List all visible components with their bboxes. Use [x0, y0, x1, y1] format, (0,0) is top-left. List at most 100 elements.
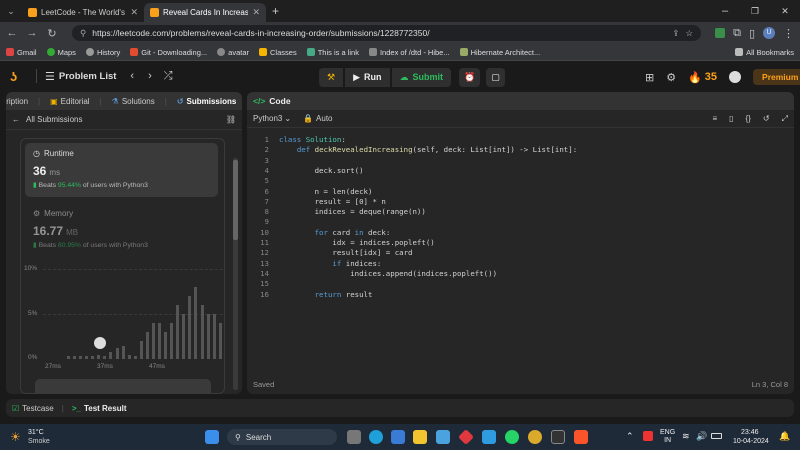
- volume-icon[interactable]: 🔊: [696, 431, 707, 442]
- minimize-icon[interactable]: –: [710, 5, 740, 17]
- memory-box[interactable]: ⚙ Memory 16.77 MB ▮ Beats 80.95% of users…: [25, 203, 218, 257]
- link-icon[interactable]: ⛓: [226, 115, 236, 124]
- distribution-bar[interactable]: [206, 314, 210, 359]
- braces-icon[interactable]: {}: [746, 114, 751, 123]
- app-red-icon[interactable]: [458, 429, 474, 445]
- distribution-bar[interactable]: [194, 287, 198, 359]
- premium-button[interactable]: Premium: [753, 69, 800, 85]
- all-bookmarks[interactable]: All Bookmarks: [735, 48, 794, 57]
- whatsapp-icon[interactable]: [505, 430, 519, 444]
- wifi-icon[interactable]: ≋: [682, 431, 690, 442]
- notification-icon[interactable]: 🔔: [779, 431, 790, 442]
- left-scrollbar[interactable]: [233, 158, 238, 390]
- auto-indicator[interactable]: 🔒 Auto: [303, 114, 332, 123]
- bookmark-classes[interactable]: Classes: [259, 48, 297, 57]
- code-editor[interactable]: 1 class Solution: 2 def deckRevealedIncrea…: [247, 132, 787, 362]
- battery-icon[interactable]: [711, 433, 722, 439]
- distribution-bar[interactable]: [188, 296, 192, 359]
- site-info-icon[interactable]: ⚲: [80, 28, 86, 39]
- reset-icon[interactable]: ↺: [763, 114, 770, 123]
- fullscreen-icon[interactable]: ⤢: [782, 114, 788, 124]
- distribution-bar[interactable]: [67, 356, 70, 359]
- reload-icon[interactable]: ↻: [46, 27, 58, 40]
- back-icon[interactable]: ←: [6, 27, 18, 39]
- distribution-bar[interactable]: [91, 356, 95, 359]
- bookmark-history[interactable]: History: [85, 48, 120, 57]
- task-view-icon[interactable]: [347, 430, 361, 444]
- distribution-bar[interactable]: [121, 345, 125, 359]
- bookmark-dtd[interactable]: Index of /dtd - Hibe...: [368, 48, 450, 57]
- photos-icon[interactable]: [436, 430, 450, 444]
- next-problem-icon[interactable]: ›: [148, 70, 152, 82]
- settings-gear-icon[interactable]: ⚙: [666, 71, 676, 84]
- distribution-bar[interactable]: [200, 305, 204, 359]
- testcase-tab[interactable]: ☑ Testcase: [12, 404, 54, 413]
- store-icon[interactable]: [391, 430, 405, 444]
- extension-icon[interactable]: [715, 28, 726, 38]
- tab-search-icon[interactable]: ⌄: [0, 6, 22, 17]
- distribution-bar[interactable]: [151, 323, 155, 359]
- edge-icon[interactable]: [369, 430, 383, 444]
- distribution-bar[interactable]: [79, 356, 83, 359]
- distribution-bar[interactable]: [73, 356, 77, 359]
- notes-button[interactable]: ▢: [486, 67, 505, 87]
- back-arrow-icon[interactable]: ←: [12, 115, 20, 124]
- distribution-bar[interactable]: [158, 323, 162, 359]
- browser-tab-reveal-cards[interactable]: Reveal Cards In Increasing Orde ✕: [144, 3, 266, 22]
- user-avatar[interactable]: [729, 71, 742, 83]
- bookmark-gmail[interactable]: Gmail: [6, 48, 37, 57]
- bookmark-avatar[interactable]: avatar: [217, 48, 249, 57]
- close-tab-icon[interactable]: ✕: [252, 7, 260, 18]
- tab-submissions[interactable]: ↺ Submissions: [177, 97, 237, 106]
- clock-time[interactable]: 23:46: [741, 429, 759, 436]
- bookmark-hibernate[interactable]: Hibernate Architect...: [459, 48, 540, 57]
- distribution-bar[interactable]: [164, 332, 168, 359]
- distribution-bar[interactable]: [133, 356, 137, 359]
- debug-button[interactable]: ⚒: [319, 67, 344, 87]
- distribution-bar[interactable]: [182, 314, 186, 359]
- distribution-bar[interactable]: [170, 323, 174, 359]
- file-explorer-icon[interactable]: [413, 430, 427, 444]
- close-tab-icon[interactable]: ✕: [130, 7, 138, 18]
- distribution-bar[interactable]: [85, 356, 89, 359]
- brave-icon[interactable]: [574, 430, 588, 444]
- distribution-bar[interactable]: [109, 351, 113, 359]
- vscode-icon[interactable]: [482, 430, 496, 444]
- submit-button[interactable]: ☁ Submit: [391, 67, 451, 87]
- distribution-bar[interactable]: [212, 314, 216, 359]
- browser-tab-leetcode[interactable]: LeetCode - The World's Leading ✕: [22, 3, 144, 22]
- all-submissions-link[interactable]: All Submissions: [26, 115, 82, 124]
- distribution-bar[interactable]: [145, 332, 149, 359]
- run-button[interactable]: ▶ Run: [345, 67, 390, 87]
- distribution-bar[interactable]: [176, 305, 180, 359]
- distribution-bar[interactable]: [127, 354, 131, 359]
- bookmark-link[interactable]: This is a link: [306, 48, 359, 57]
- prev-problem-icon[interactable]: ‹: [130, 70, 134, 82]
- maximize-icon[interactable]: ❐: [740, 6, 770, 17]
- tray-chevron-icon[interactable]: ⌃: [626, 431, 634, 442]
- runtime-box[interactable]: ◷ Runtime 36 ms ▮ Beats 95.44% of users w…: [25, 143, 218, 197]
- distribution-bar[interactable]: [139, 341, 143, 359]
- bookmark-star-icon[interactable]: ☆: [685, 28, 693, 39]
- chrome-icon[interactable]: [528, 430, 542, 444]
- terminal-app-icon[interactable]: [551, 430, 565, 444]
- share-icon[interactable]: ⇪: [672, 28, 679, 39]
- distribution-bar[interactable]: [97, 354, 101, 359]
- sidebar-icon[interactable]: ▯: [749, 27, 755, 40]
- distribution-bar[interactable]: [218, 323, 222, 359]
- problem-list-button[interactable]: ☰ Problem List: [45, 70, 116, 83]
- left-scrollbar-thumb[interactable]: [233, 160, 238, 240]
- tab-editorial[interactable]: ▣ Editorial: [50, 97, 89, 106]
- language-indicator[interactable]: ENG IN: [660, 429, 675, 445]
- url-field[interactable]: ⚲ https://leetcode.com/problems/reveal-c…: [72, 25, 702, 41]
- profile-avatar[interactable]: U: [763, 27, 775, 39]
- distribution-bar[interactable]: [115, 348, 119, 359]
- test-result-tab[interactable]: >_ Test Result: [72, 404, 127, 413]
- tab-solutions[interactable]: ⚗ Solutions: [112, 97, 155, 106]
- bookmark-maps[interactable]: Maps: [46, 48, 76, 57]
- bookmark-icon[interactable]: ▯: [729, 114, 733, 123]
- tray-app-icon[interactable]: [643, 431, 653, 441]
- streak-counter[interactable]: 🔥 35: [688, 71, 717, 84]
- new-tab-icon[interactable]: +: [272, 4, 279, 18]
- timer-button[interactable]: ⏰: [459, 67, 481, 87]
